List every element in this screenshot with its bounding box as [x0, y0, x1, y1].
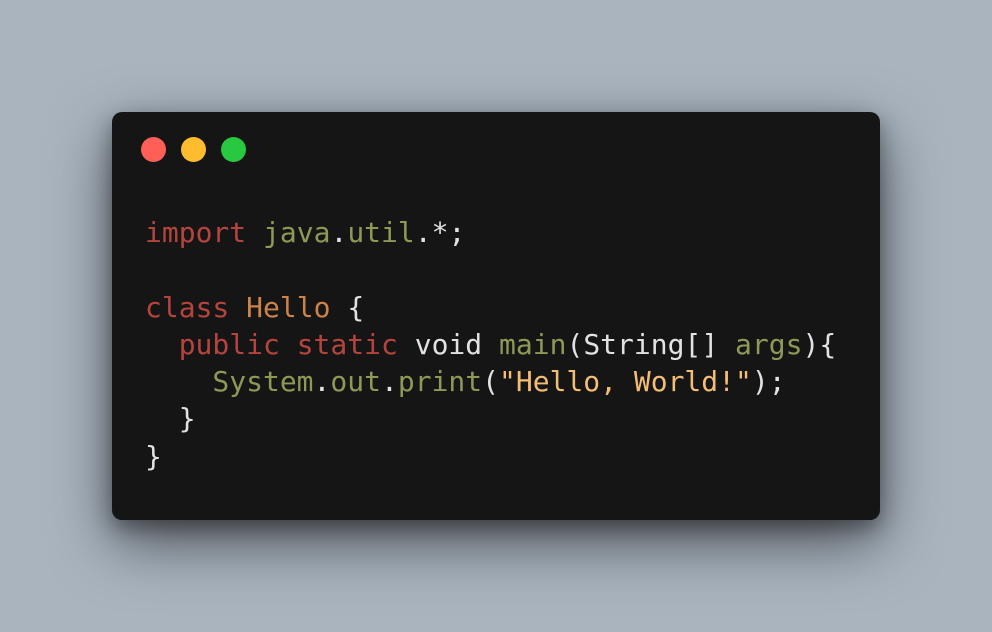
close-button[interactable]: [141, 137, 166, 162]
package-java: java: [263, 216, 331, 249]
keyword-void: void: [414, 327, 483, 361]
code-line-1: import java.util.*;: [145, 214, 836, 251]
code-block: import java.util.*; class Hello {public s…: [145, 214, 836, 475]
open-brace: {: [347, 290, 365, 324]
param-type: String[]: [583, 327, 719, 361]
code-line-4: public static void main(String[] args){: [145, 326, 837, 363]
out-field: out: [330, 365, 381, 399]
dot: .: [313, 365, 331, 399]
close-brace: }: [178, 402, 196, 436]
close-brace: }: [145, 439, 162, 473]
keyword-static: static: [296, 327, 398, 361]
maximize-button[interactable]: [221, 137, 246, 162]
code-line-6: }: [145, 400, 836, 437]
code-line-3: class Hello {: [145, 289, 836, 326]
code-line-7: }: [145, 438, 836, 475]
close-paren-semicolon: );: [751, 365, 786, 399]
window-controls: [141, 137, 246, 162]
system-object: System: [212, 365, 314, 399]
wildcard-semicolon: .*;: [414, 216, 466, 249]
code-window: import java.util.*; class Hello {public s…: [112, 112, 880, 520]
dot: .: [380, 365, 398, 399]
dot: .: [330, 216, 348, 249]
print-call: print: [397, 365, 483, 399]
open-paren: (: [482, 365, 499, 399]
param-name: args: [735, 327, 803, 361]
keyword-import: import: [145, 216, 247, 249]
string-literal: "Hello, World!": [499, 365, 752, 399]
method-name: main: [499, 327, 567, 361]
open-paren: (: [566, 327, 584, 361]
keyword-class: class: [145, 290, 230, 324]
keyword-public: public: [178, 327, 280, 361]
class-name: Hello: [246, 290, 331, 324]
minimize-button[interactable]: [181, 137, 206, 162]
package-util: util: [347, 216, 415, 249]
code-line-5: System.out.print("Hello, World!");: [145, 363, 836, 400]
close-paren-brace: ){: [802, 327, 837, 361]
